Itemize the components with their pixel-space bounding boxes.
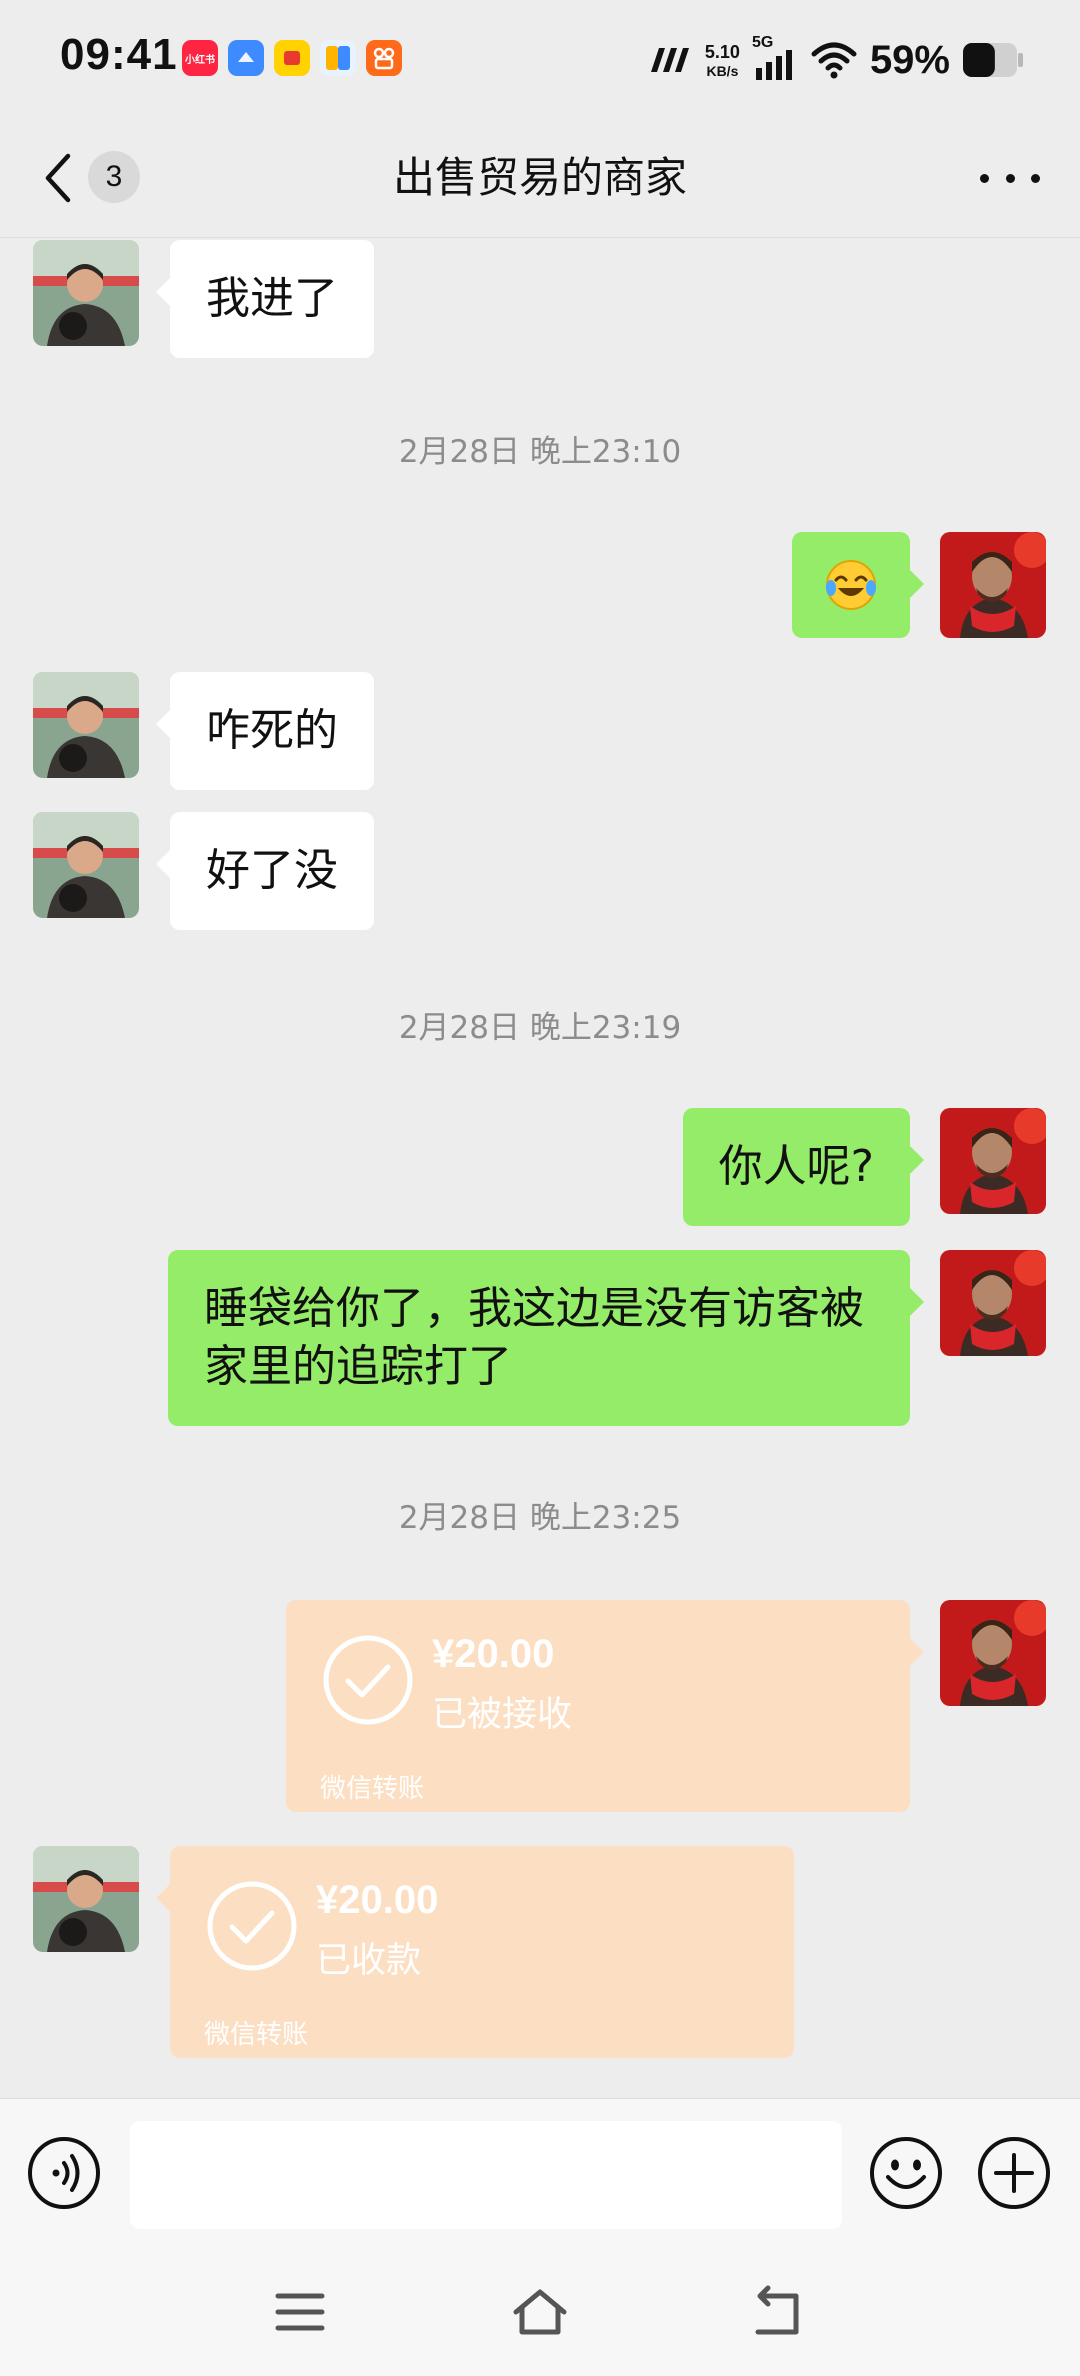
transfer-status: 已收款 [316, 1941, 422, 1981]
status-time: 09:41 [60, 30, 178, 79]
transfer-status: 已被接收 [432, 1695, 573, 1735]
system-navigation-bar [0, 2248, 1080, 2376]
contact-avatar[interactable] [33, 240, 139, 346]
unread-count-badge[interactable]: 3 [88, 151, 140, 203]
chevron-left-icon [45, 153, 71, 203]
emoji-icon[interactable] [868, 2135, 944, 2211]
back-button[interactable] [40, 148, 76, 208]
chat-messages[interactable]: 我进了 2月28日 晚上23:10 咋死的 好了没 2月28日 晚上23:19 … [0, 238, 1080, 2098]
wifi-icon [811, 42, 857, 79]
battery-percent: 59% [869, 37, 950, 82]
message-bubble-received[interactable]: 好了没 [156, 812, 374, 930]
message-bubble-sent[interactable]: 你人呢? [682, 1108, 925, 1226]
cellular-5g-icon: 5G [752, 34, 798, 82]
my-avatar[interactable] [940, 1250, 1046, 1356]
voice-input-icon[interactable] [26, 2135, 102, 2211]
files-app-icon [320, 40, 356, 76]
home-icon[interactable] [510, 2284, 570, 2340]
network-speed: 5.10 KB/s [705, 43, 740, 78]
cloud-app-icon [228, 40, 264, 76]
notification-app-icons: 小红书 [182, 40, 402, 76]
message-input-bar [0, 2098, 1080, 2248]
kuaishou-icon [366, 40, 402, 76]
message-bubble-sent[interactable]: 睡袋给你了，我这边是没有访客被家里的追踪打了 [168, 1250, 924, 1426]
menu-icon[interactable] [270, 2284, 330, 2340]
yellow-app-icon [274, 40, 310, 76]
status-bar: 09:41 小红书 5.10 KB/s 5G 59% [0, 0, 1080, 118]
status-right: 5.10 KB/s 5G 59% [647, 30, 1024, 90]
contact-avatar[interactable] [33, 672, 139, 778]
transfer-label: 微信转账 [204, 2020, 309, 2050]
back-nav-icon[interactable] [750, 2284, 810, 2340]
chat-title: 出售贸易的商家 [392, 153, 687, 202]
battery-icon [963, 43, 1023, 77]
message-input[interactable] [130, 2121, 842, 2229]
crying-laughing-emoji-icon [826, 560, 876, 610]
message-timestamp: 2月28日 晚上23:25 [398, 1500, 682, 1536]
transfer-label: 微信转账 [320, 1774, 425, 1804]
check-circle-icon [323, 1635, 413, 1725]
message-bubble-sent-emoji[interactable] [792, 532, 924, 638]
transfer-amount: ¥20.00 [316, 1878, 439, 1922]
check-circle-icon [207, 1881, 297, 1971]
message-bubble-received[interactable]: 咋死的 [156, 672, 374, 790]
message-timestamp: 2月28日 晚上23:10 [398, 434, 682, 470]
network-speed-unit: KB/s [706, 62, 739, 79]
contact-avatar[interactable] [33, 812, 139, 918]
message-bubble-received[interactable]: 我进了 [156, 240, 374, 358]
signal-strength-icon [650, 48, 689, 72]
my-avatar[interactable] [940, 1600, 1046, 1706]
more-options-button[interactable] [980, 158, 1040, 198]
xiaohongshu-icon: 小红书 [182, 40, 218, 76]
transfer-amount: ¥20.00 [432, 1632, 555, 1676]
my-avatar[interactable] [940, 532, 1046, 638]
network-speed-value: 5.10 [704, 41, 740, 62]
more-dots-icon [980, 173, 989, 183]
my-avatar[interactable] [940, 1108, 1046, 1214]
contact-avatar[interactable] [33, 1846, 139, 1952]
transfer-card-received[interactable]: ¥20.00 已收款 微信转账 [156, 1846, 794, 2058]
message-timestamp: 2月28日 晚上23:19 [398, 1010, 682, 1046]
chat-header: 3 出售贸易的商家 [0, 118, 1080, 238]
plus-icon[interactable] [976, 2135, 1052, 2211]
transfer-card-sent[interactable]: ¥20.00 已被接收 微信转账 [286, 1600, 924, 1812]
